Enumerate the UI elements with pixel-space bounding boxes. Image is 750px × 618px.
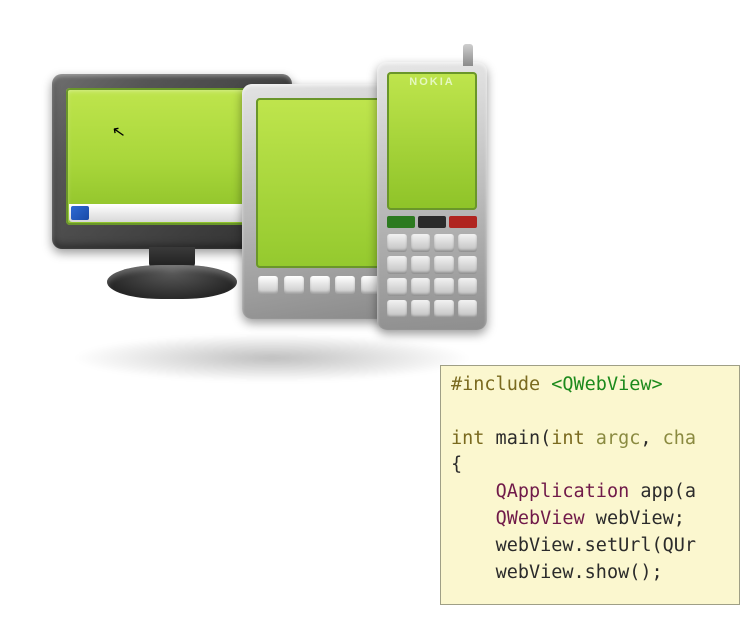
phone-screen: NOKIA [387,72,477,210]
code-type: QWebView [496,508,585,529]
code-keyword: int [551,428,584,449]
phone-keypad [387,234,477,318]
code-indent [451,562,496,583]
phone-key [387,234,407,252]
phone-key [458,234,478,252]
code-text: main( [484,428,551,449]
code-indent [451,481,496,502]
devices-illustration: ↖ NOKIA [52,44,492,354]
phone-key [434,300,454,318]
code-brace: { [451,454,462,475]
phone-key [411,278,431,296]
nav-key-icon [418,216,446,228]
phone-device: NOKIA [377,62,487,330]
call-key-icon [387,216,415,228]
phone-softkey-row [387,216,477,228]
code-directive: #include [451,374,540,395]
tablet-device [242,84,397,319]
code-arg: argc [585,428,641,449]
tablet-button [258,276,278,294]
phone-key [387,278,407,296]
device-shadow [72,334,472,382]
tablet-screen [256,98,383,268]
code-snippet: #include <QWebView> int main(int argc, c… [440,365,740,605]
code-text: webView; [585,508,685,529]
tablet-button [335,276,355,294]
tablet-button [310,276,330,294]
code-text: app(a [629,481,696,502]
tablet-button [284,276,304,294]
phone-key [387,300,407,318]
phone-antenna-icon [463,44,473,66]
code-text: webView.show(); [496,562,663,583]
cursor-icon: ↖ [110,121,127,143]
code-text: webView.setUrl(QUr [496,535,696,556]
tablet-button-row [256,276,383,304]
code-text: , [640,428,662,449]
phone-brand-label: NOKIA [387,76,477,88]
phone-key [434,256,454,274]
phone-key [387,256,407,274]
phone-key [458,300,478,318]
phone-key [411,234,431,252]
phone-key [411,300,431,318]
phone-key [458,278,478,296]
phone-key [434,234,454,252]
code-keyword: int [451,428,484,449]
phone-key [458,256,478,274]
code-include-header: <QWebView> [551,374,662,395]
end-key-icon [449,216,477,228]
start-button-icon [71,206,89,220]
monitor-base [107,265,237,299]
phone-key [411,256,431,274]
code-type: QApplication [496,481,630,502]
code-indent [451,535,496,556]
phone-key [434,278,454,296]
code-indent [451,508,496,529]
code-arg: cha [663,428,696,449]
